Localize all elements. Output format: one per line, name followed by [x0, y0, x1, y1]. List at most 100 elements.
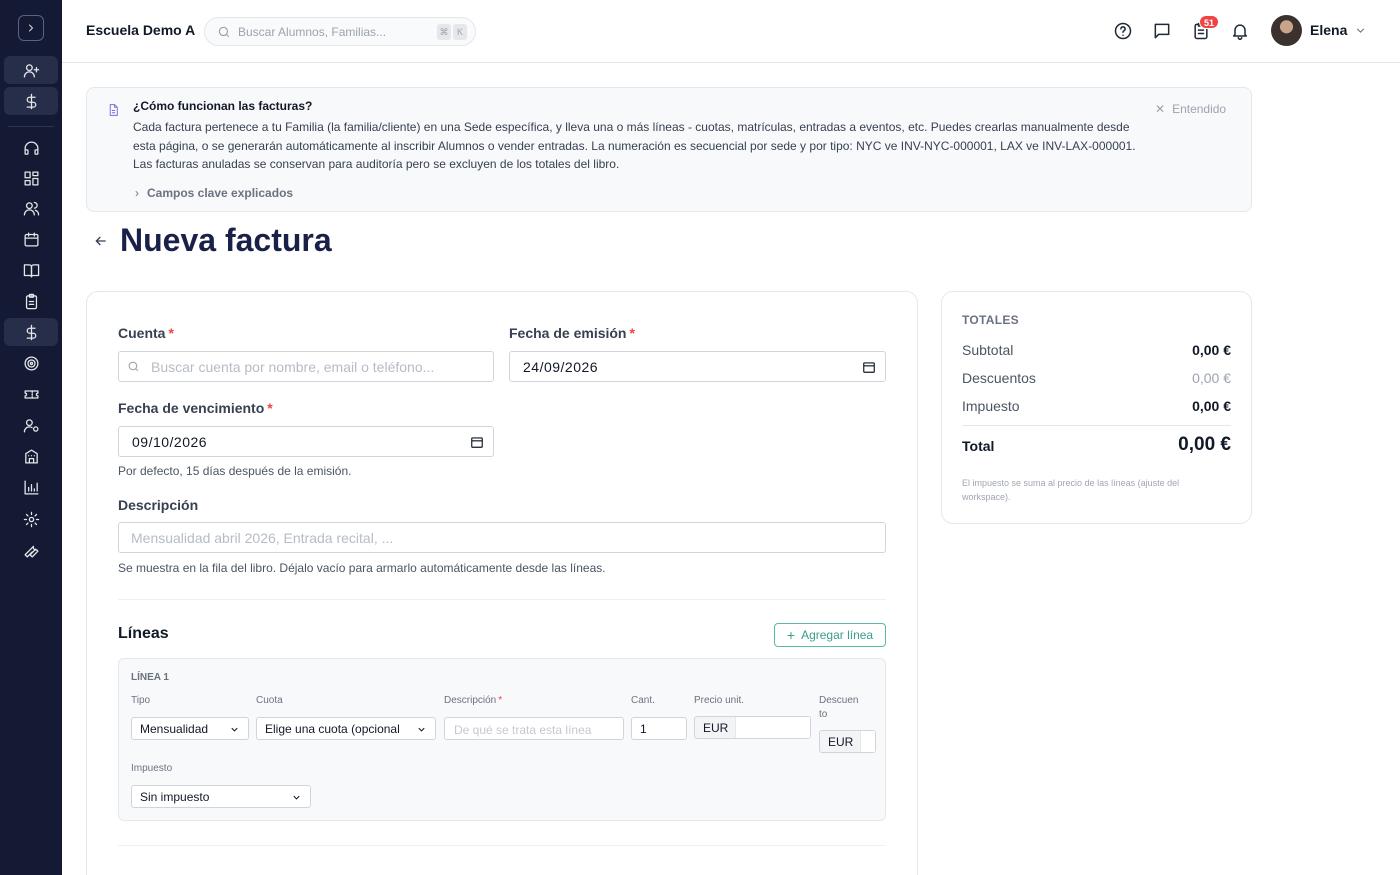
divider [118, 845, 886, 846]
sidebar-item-add-student[interactable] [4, 56, 58, 84]
global-search-input[interactable]: Buscar Alumnos, Familias... ⌘ K [204, 17, 476, 46]
school-name: Escuela Demo A [86, 22, 196, 38]
total-row: Total 0,00 € [962, 434, 1231, 455]
cantidad-label: Cant. [631, 695, 655, 706]
dismiss-banner-button[interactable]: ✕ Entendido [1155, 102, 1226, 116]
calendar-icon[interactable] [470, 435, 484, 449]
calendar-icon [23, 231, 39, 247]
invoice-line-1: LÍNEA 1 Tipo Mensualidad Cuota Elige una… [118, 658, 886, 821]
tipo-label: Tipo [131, 695, 151, 706]
gear-icon [23, 511, 39, 527]
sidebar-item-people[interactable] [4, 194, 58, 222]
user-menu-chevron[interactable] [1354, 24, 1367, 37]
sidebar-item-staff[interactable] [4, 411, 58, 439]
chevron-down-icon [229, 724, 240, 735]
cuota-label: Cuota [256, 695, 283, 706]
line-type-select[interactable]: Mensualidad [131, 717, 249, 740]
discounts-row: Descuentos 0,00 € [962, 370, 1231, 386]
key-fields-toggle[interactable]: › Campos clave explicados [135, 186, 293, 200]
sidebar-item-billing[interactable] [4, 318, 58, 346]
wrench-icon [23, 545, 39, 558]
line-unit-price-input[interactable]: EUR [694, 716, 811, 739]
document-icon [107, 103, 120, 117]
discount-currency: EUR [828, 735, 854, 749]
line-fee-select[interactable]: Elige una cuota (opcional [256, 717, 436, 740]
user-name[interactable]: Elena [1310, 22, 1347, 38]
shortcut-k-key: K [453, 24, 467, 40]
line-quantity-input[interactable]: 1 [631, 717, 687, 740]
shortcut-mod-key: ⌘ [437, 24, 451, 40]
sidebar-item-support[interactable] [4, 134, 58, 162]
line-description-input[interactable]: De qué se trata esta línea [444, 717, 624, 740]
line-tax-select[interactable]: Sin impuesto [131, 785, 311, 808]
sidebar-item-calendar[interactable] [4, 225, 58, 253]
sidebar-item-tools[interactable] [4, 536, 58, 564]
calendar-icon[interactable] [862, 360, 876, 374]
impuesto-label: Impuesto [131, 763, 173, 774]
due-date-hint: Por defecto, 15 días después de la emisi… [118, 464, 352, 478]
add-line-button[interactable]: + Agregar línea [774, 623, 886, 647]
dismiss-label: Entendido [1172, 102, 1227, 116]
discounts-label: Descuentos [962, 370, 1036, 386]
totals-heading: TOTALES [962, 313, 1019, 327]
chevron-right-icon: › [135, 186, 139, 200]
sidebar-item-attendance[interactable] [4, 287, 58, 315]
sidebar-item-billing-quick[interactable] [4, 87, 58, 115]
search-icon [218, 26, 230, 38]
issue-date-input[interactable]: 24/09/2026 [509, 351, 886, 382]
ticket-icon [23, 389, 39, 399]
back-button[interactable] [93, 233, 109, 249]
line-tax-value: Sin impuesto [140, 790, 210, 804]
message-square-icon [1154, 23, 1170, 39]
line-quantity-value: 1 [640, 722, 647, 736]
help-button[interactable] [1113, 21, 1133, 41]
total-label: Total [962, 438, 995, 454]
clipboard-icon [25, 293, 37, 309]
sidebar-item-reports[interactable] [4, 473, 58, 501]
tax-label: Impuesto [962, 398, 1020, 414]
users-icon [23, 201, 39, 216]
chevron-down-icon [291, 792, 302, 803]
account-search-input[interactable]: Buscar cuenta por nombre, email o teléfo… [118, 351, 494, 382]
dollar-icon [26, 324, 36, 340]
line-fee-value: Elige una cuota (opcional [265, 722, 400, 736]
sidebar-item-dashboard[interactable] [4, 164, 58, 192]
user-plus-icon [23, 63, 39, 78]
sidebar-item-settings[interactable] [4, 505, 58, 533]
description-input[interactable]: Mensualidad abril 2026, Entrada recital,… [118, 522, 886, 553]
arrow-left-icon [95, 236, 106, 246]
avatar[interactable] [1271, 15, 1302, 46]
subtotal-label: Subtotal [962, 342, 1014, 358]
tasks-count-badge: 51 [1199, 15, 1220, 29]
sidebar-item-tickets[interactable] [4, 380, 58, 408]
dollar-icon [26, 93, 36, 109]
discount-amount-field[interactable] [860, 731, 875, 752]
sidebar-expand-button[interactable] [18, 15, 44, 41]
line-description-placeholder: De qué se trata esta línea [454, 723, 592, 737]
line-type-value: Mensualidad [140, 722, 209, 736]
tax-value: 0,00 € [1192, 398, 1231, 414]
bell-icon [1233, 24, 1247, 41]
line-title: LÍNEA 1 [131, 672, 169, 683]
line-description-label: Descripción * [444, 695, 503, 706]
chevron-down-icon [416, 724, 427, 735]
sidebar-item-locations[interactable] [4, 442, 58, 470]
notifications-button[interactable] [1230, 21, 1250, 41]
description-placeholder: Mensualidad abril 2026, Entrada recital,… [131, 530, 394, 546]
line-discount-input[interactable]: EUR [819, 730, 876, 753]
invoice-form-card: Cuenta * Buscar cuenta por nombre, email … [86, 291, 918, 875]
add-line-label: Agregar línea [801, 628, 874, 642]
due-date-input[interactable]: 09/10/2026 [118, 426, 494, 457]
lines-section-title: Líneas [118, 625, 169, 642]
target-icon [23, 355, 39, 371]
price-amount-field[interactable] [735, 717, 810, 738]
sidebar-item-goals[interactable] [4, 349, 58, 377]
chevron-right-icon [29, 24, 33, 32]
sidebar-item-courses[interactable] [4, 256, 58, 284]
info-banner-body: Cada factura pertenece a tu Familia (la … [133, 120, 1136, 171]
messages-button[interactable] [1152, 21, 1172, 41]
descripcion-label: Descripción [118, 497, 199, 513]
key-fields-label: Campos clave explicados [147, 186, 294, 200]
sidebar-divider [8, 126, 54, 127]
sidebar [0, 0, 62, 875]
